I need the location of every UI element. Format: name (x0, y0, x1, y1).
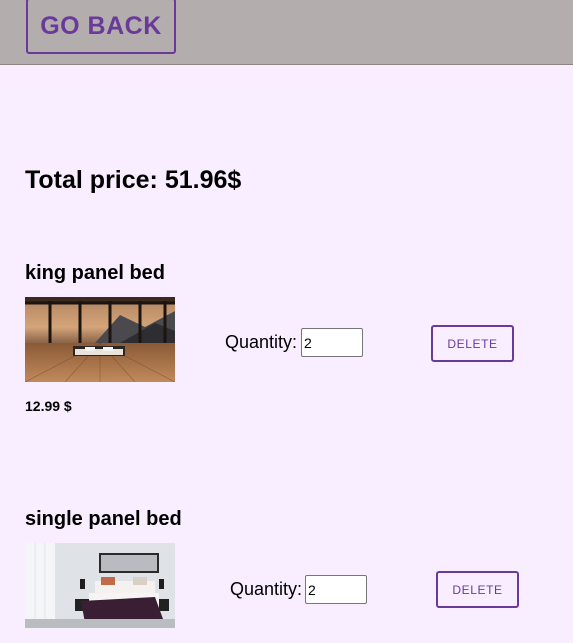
quantity-input[interactable] (301, 328, 363, 357)
bedroom-photo-icon (25, 297, 175, 382)
delete-button[interactable]: DELETE (431, 325, 514, 362)
cart-item: single panel bed Quantity: DELETE (0, 508, 573, 643)
app-header: GO BACK (0, 0, 573, 65)
go-back-button[interactable]: GO BACK (26, 0, 176, 54)
quantity-label: Quantity: (230, 579, 303, 599)
cart-item: king panel bed Quantity: 2 DELETE 12.99 … (0, 262, 573, 422)
quantity-input[interactable] (305, 575, 367, 604)
item-price: 12.99 $ (25, 398, 72, 414)
delete-button[interactable]: DELETE (436, 571, 519, 608)
item-name: single panel bed (25, 508, 182, 530)
item-name: king panel bed (25, 262, 166, 284)
item-image (25, 297, 175, 382)
item-image (25, 543, 175, 628)
quantity-label: Quantity: (225, 332, 298, 352)
total-price: Total price: 51.96$ (25, 166, 242, 194)
bedroom-photo-icon (25, 543, 175, 628)
